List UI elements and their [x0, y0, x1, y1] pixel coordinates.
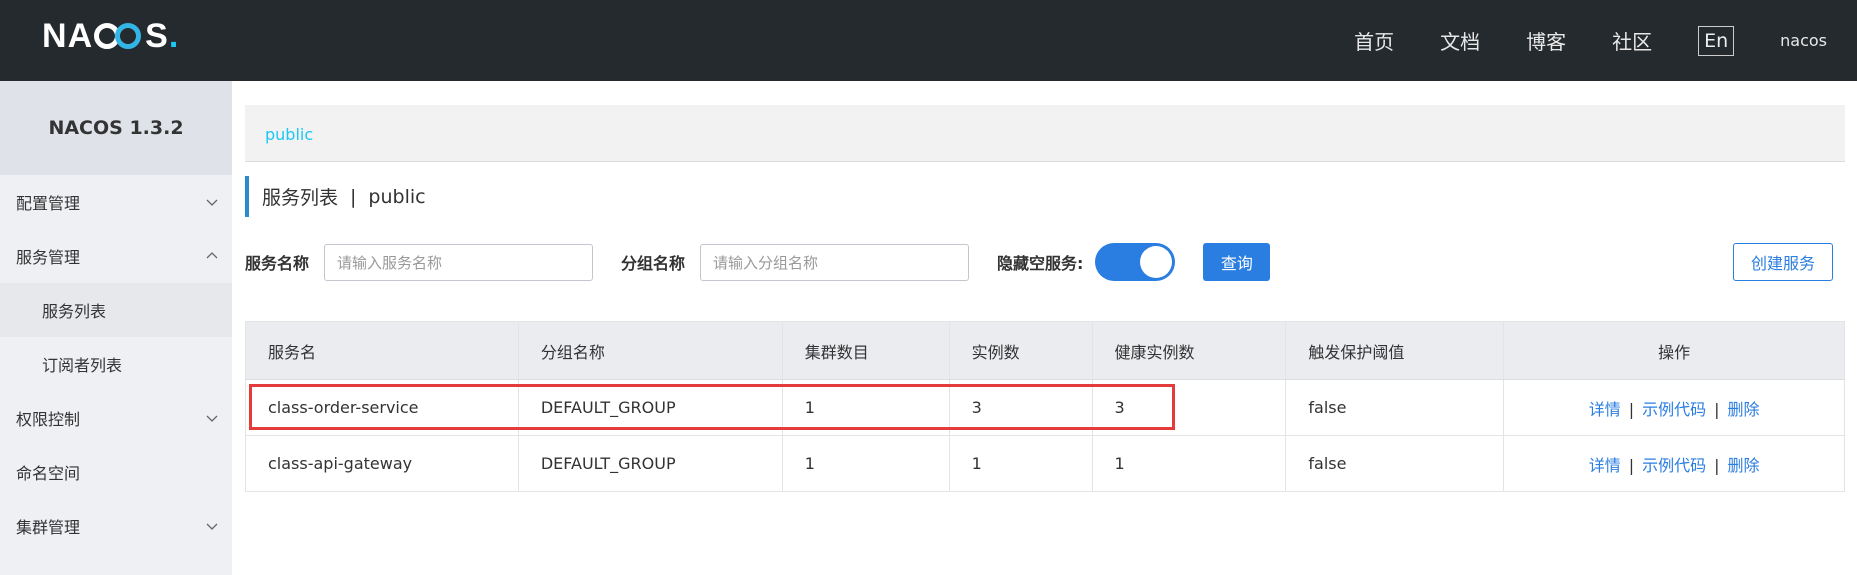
- cell-group-name: DEFAULT_GROUP: [517, 435, 783, 492]
- table-row: class-api-gateway DEFAULT_GROUP 1 1 1 fa…: [245, 435, 1845, 492]
- sidebar: NACOS 1.3.2 配置管理 服务管理 服务列表 订阅者列表 权限控制 命名…: [0, 81, 232, 575]
- namespace-bar: public: [245, 105, 1845, 162]
- sidebar-item-label: 配置管理: [16, 194, 81, 213]
- cell-service-name: class-order-service: [245, 379, 519, 436]
- detail-link[interactable]: 详情: [1589, 456, 1621, 475]
- column-header-instance-count[interactable]: 实例数: [948, 321, 1093, 380]
- column-header-cluster-count[interactable]: 集群数目: [781, 321, 950, 380]
- nav-community-link[interactable]: 社区: [1612, 26, 1652, 55]
- group-name-label: 分组名称: [621, 254, 686, 273]
- action-separator: |: [1628, 399, 1635, 419]
- group-name-input[interactable]: 请输入分组名称: [700, 243, 970, 281]
- nav-home-link[interactable]: 首页: [1354, 26, 1394, 55]
- chevron-down-icon: [206, 196, 218, 208]
- cell-service-name: class-api-gateway: [245, 435, 519, 492]
- cell-instance-count: 3: [948, 379, 1093, 436]
- top-nav: 首页 文档 博客 社区 En nacos: [1354, 0, 1857, 81]
- column-header-group-name[interactable]: 分组名称: [517, 321, 783, 380]
- filter-bar: 服务名称 请输入服务名称 分组名称 请输入分组名称 隐藏空服务: 查询 创建服务: [245, 243, 1845, 281]
- cell-healthy-instances: 3: [1091, 379, 1287, 436]
- column-header-healthy-instances[interactable]: 健康实例数: [1091, 321, 1287, 380]
- sidebar-item-namespace[interactable]: 命名空间: [0, 445, 232, 499]
- query-button[interactable]: 查询: [1203, 243, 1271, 281]
- main-content: public 服务列表 | public 服务名称 请输入服务名称 分组名称 请…: [245, 81, 1845, 575]
- column-header-actions: 操作: [1503, 321, 1845, 380]
- toggle-knob: [1140, 246, 1173, 278]
- user-name[interactable]: nacos: [1780, 31, 1827, 50]
- page-title-namespace: public: [368, 185, 426, 208]
- namespace-tab-public[interactable]: public: [265, 125, 313, 144]
- sidebar-item-label: 集群管理: [16, 518, 81, 537]
- sample-code-link[interactable]: 示例代码: [1642, 400, 1706, 419]
- sidebar-item-service-list[interactable]: 服务列表: [0, 283, 232, 337]
- action-separator: |: [1628, 455, 1635, 475]
- cell-instance-count: 1: [948, 435, 1093, 492]
- page-title: 服务列表 | public: [245, 176, 426, 217]
- sidebar-item-config-management[interactable]: 配置管理: [0, 175, 232, 229]
- service-name-label: 服务名称: [245, 254, 310, 273]
- cell-actions: 详情 | 示例代码 | 删除: [1503, 379, 1845, 436]
- cell-protect-threshold: false: [1285, 435, 1505, 492]
- hide-empty-label: 隐藏空服务:: [997, 254, 1084, 273]
- nav-docs-link[interactable]: 文档: [1440, 26, 1480, 55]
- nav-blog-link[interactable]: 博客: [1526, 26, 1566, 55]
- sidebar-item-cluster-management[interactable]: 集群管理: [0, 499, 232, 553]
- hide-empty-toggle[interactable]: [1095, 243, 1176, 281]
- sidebar-item-label: 服务管理: [16, 248, 81, 267]
- delete-link[interactable]: 删除: [1728, 456, 1760, 475]
- chevron-up-icon: [206, 250, 218, 262]
- create-service-button[interactable]: 创建服务: [1733, 243, 1833, 281]
- column-header-protect-threshold[interactable]: 触发保护阈值: [1285, 321, 1505, 380]
- sidebar-item-subscriber-list[interactable]: 订阅者列表: [0, 337, 232, 391]
- sidebar-item-label: 服务列表: [42, 302, 107, 321]
- chevron-down-icon: [206, 520, 218, 532]
- sample-code-link[interactable]: 示例代码: [1642, 456, 1706, 475]
- cell-group-name: DEFAULT_GROUP: [517, 379, 783, 436]
- action-separator: |: [1714, 455, 1720, 475]
- table-header-row: 服务名 分组名称 集群数目 实例数 健康实例数 触发保护阈值 操作: [245, 321, 1845, 380]
- nacos-logo[interactable]: NAS.: [42, 17, 179, 55]
- action-separator: |: [1714, 399, 1720, 419]
- table-row: class-order-service DEFAULT_GROUP 1 3 3 …: [245, 379, 1845, 436]
- top-navbar: NAS. 首页 文档 博客 社区 En nacos: [0, 0, 1857, 81]
- service-name-input[interactable]: 请输入服务名称: [324, 243, 594, 281]
- sidebar-item-label: 权限控制: [16, 410, 81, 429]
- chevron-down-icon: [206, 412, 218, 424]
- sidebar-item-label: 命名空间: [16, 464, 81, 483]
- cell-protect-threshold: false: [1285, 379, 1505, 436]
- column-header-service-name[interactable]: 服务名: [245, 321, 519, 380]
- title-separator: |: [350, 185, 357, 208]
- cell-healthy-instances: 1: [1091, 435, 1287, 492]
- delete-link[interactable]: 删除: [1728, 400, 1760, 419]
- cell-actions: 详情 | 示例代码 | 删除: [1503, 435, 1845, 492]
- sidebar-item-label: 订阅者列表: [42, 356, 123, 375]
- service-table: 服务名 分组名称 集群数目 实例数 健康实例数 触发保护阈值 操作 class-…: [245, 321, 1845, 492]
- sidebar-version-title: NACOS 1.3.2: [0, 81, 232, 175]
- cell-cluster-count: 1: [781, 379, 950, 436]
- language-switch-button[interactable]: En: [1698, 25, 1735, 56]
- logo-rings-icon: [94, 22, 144, 50]
- page-title-text: 服务列表: [262, 187, 339, 209]
- sidebar-item-access-control[interactable]: 权限控制: [0, 391, 232, 445]
- detail-link[interactable]: 详情: [1589, 400, 1621, 419]
- sidebar-item-service-management[interactable]: 服务管理: [0, 229, 232, 283]
- cell-cluster-count: 1: [781, 435, 950, 492]
